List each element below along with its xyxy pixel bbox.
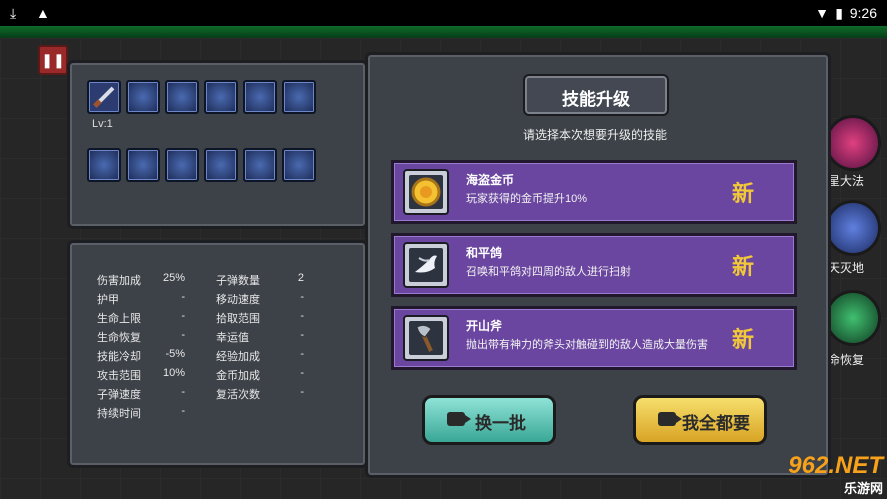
stat-label: 技能冷却 <box>97 351 141 363</box>
new-badge: 新 <box>732 181 755 206</box>
status-time: 9:26 <box>849 5 877 21</box>
video-ad-icon <box>658 412 682 426</box>
stat-value: - <box>181 310 185 322</box>
stat-label: 子弹数量 <box>216 275 260 287</box>
skill-icon-frame <box>403 242 449 288</box>
skill-desc: 抛出带有神力的斧头对触碰到的敌人造成大量伤害 <box>466 339 708 351</box>
passive-slot-empty[interactable] <box>126 148 160 182</box>
dagger-icon <box>93 86 115 108</box>
stat-value: 25% <box>162 272 185 284</box>
stat-label: 金币加成 <box>216 370 260 382</box>
stat-value: - <box>300 386 304 398</box>
passive-slot-empty[interactable] <box>87 148 121 182</box>
stat-value: - <box>300 329 304 341</box>
weapon-level: Lv:1 <box>92 118 113 130</box>
passive-slot-empty[interactable] <box>165 148 199 182</box>
new-badge: 新 <box>732 254 755 279</box>
weapon-slot-empty[interactable] <box>204 80 238 114</box>
gold-coin-icon <box>411 177 441 207</box>
skill-option-card[interactable]: 海盗金币 玩家获得的金币提升10% 新 <box>391 160 797 224</box>
warning-icon: ▲ <box>36 5 50 21</box>
side-skill-label: 天灭地 <box>828 261 865 275</box>
meteor-icon[interactable] <box>825 200 881 256</box>
passive-slot-empty[interactable] <box>204 148 238 182</box>
side-skill-label: 命恢复 <box>828 353 865 367</box>
skill-name: 海盗金币 <box>466 173 515 187</box>
game-top-bar <box>0 26 887 38</box>
passive-slot-empty[interactable] <box>282 148 316 182</box>
stat-label: 攻击范围 <box>97 370 141 382</box>
stat-label: 经验加成 <box>216 351 260 363</box>
skill-option-card[interactable]: 和平鸽 召唤和平鸽对四周的敌人进行扫射 新 <box>391 233 797 297</box>
heal-icon[interactable] <box>825 290 881 346</box>
video-ad-icon <box>447 412 471 426</box>
skill-desc: 玩家获得的金币提升10% <box>466 193 588 205</box>
stat-value: -5% <box>165 348 185 360</box>
stat-value: - <box>300 291 304 303</box>
stat-value: 2 <box>297 272 304 284</box>
stat-label: 幸运值 <box>216 332 249 344</box>
weapon-slot-empty[interactable] <box>165 80 199 114</box>
skill-name: 开山斧 <box>466 319 503 333</box>
stat-label: 持续时间 <box>97 408 141 420</box>
weapon-slot-empty[interactable] <box>126 80 160 114</box>
watermark-logo: 962.NET 乐游网 <box>755 452 883 496</box>
skill-desc: 召唤和平鸽对四周的敌人进行扫射 <box>466 266 631 278</box>
refresh-button[interactable]: 换一批 <box>422 395 556 445</box>
refresh-label: 换一批 <box>475 414 526 433</box>
weapon-slot-empty[interactable] <box>243 80 277 114</box>
skill-upgrade-subtitle: 请选择本次想要升级的技能 <box>522 128 667 142</box>
skill-icon-frame <box>403 169 449 215</box>
stat-value: - <box>181 329 185 341</box>
stat-value: - <box>300 310 304 322</box>
stat-label: 拾取范围 <box>216 313 260 325</box>
stat-label: 伤害加成 <box>97 275 141 287</box>
stat-value: - <box>181 405 185 417</box>
weapon-slot-empty[interactable] <box>282 80 316 114</box>
axe-icon <box>416 324 433 352</box>
skill-name: 和平鸽 <box>466 246 503 260</box>
dove-icon <box>415 255 437 273</box>
skill-option-card[interactable]: 开山斧 抛出带有神力的斧头对触碰到的敌人造成大量伤害 新 <box>391 306 797 370</box>
battery-icon: ▮ <box>835 5 843 21</box>
stat-label: 生命上限 <box>97 313 141 325</box>
download-icon: ⤓ <box>10 5 17 21</box>
side-skill-label: 星大法 <box>828 174 865 188</box>
status-bar: ⤓ ▲ ▼ ▮ 9:26 <box>0 0 887 26</box>
stat-value: - <box>181 386 185 398</box>
stat-value: - <box>300 367 304 379</box>
stat-value: - <box>181 291 185 303</box>
stat-label: 移动速度 <box>216 294 260 306</box>
weapon-slot[interactable] <box>87 80 121 114</box>
watermark-top: 962.NET <box>788 452 883 479</box>
pause-button[interactable]: ❚❚ <box>38 45 68 75</box>
skill-upgrade-title-plate: 技能升级 <box>523 74 669 116</box>
skill-upgrade-title: 技能升级 <box>562 90 630 109</box>
skill-icon-frame <box>403 315 449 361</box>
stat-value: 10% <box>162 367 185 379</box>
take-all-button[interactable]: 我全都要 <box>633 395 767 445</box>
take-all-label: 我全都要 <box>682 414 750 433</box>
vortex-icon[interactable] <box>825 115 881 171</box>
stat-label: 护甲 <box>97 294 119 306</box>
stat-label: 复活次数 <box>216 389 260 401</box>
stat-label: 生命恢复 <box>97 332 141 344</box>
stat-value: - <box>300 348 304 360</box>
passive-slot-empty[interactable] <box>243 148 277 182</box>
stat-label: 子弹速度 <box>97 389 141 401</box>
wifi-icon: ▼ <box>815 5 829 21</box>
new-badge: 新 <box>732 327 755 352</box>
watermark-bottom: 乐游网 <box>843 481 883 496</box>
